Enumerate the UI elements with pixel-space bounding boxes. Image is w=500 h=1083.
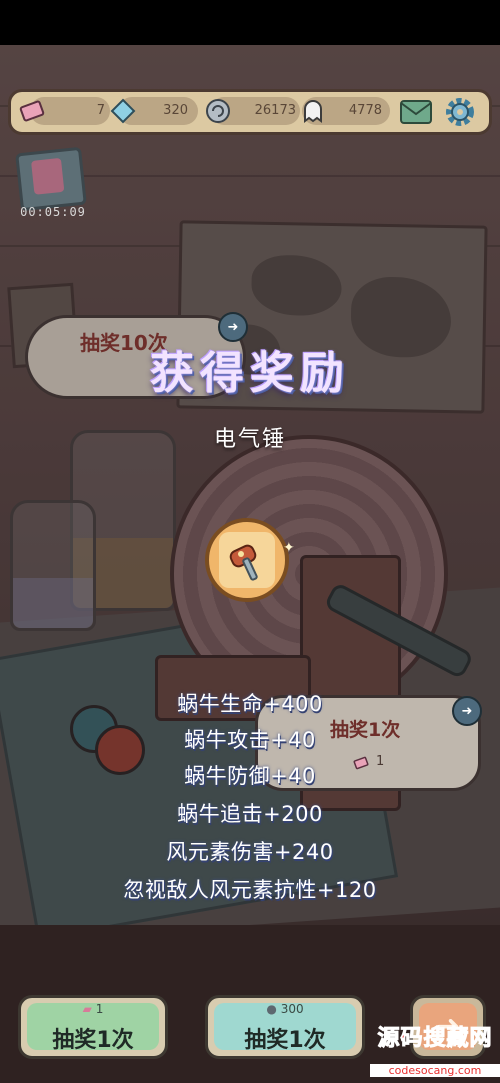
ticket-draw-label: 抽奖1次 [52, 1028, 134, 1053]
gems-count: 320 [163, 103, 188, 118]
ticket-icon [18, 97, 46, 125]
coin-draw-cost-row: ● 300 [266, 1002, 304, 1016]
sparkle-icon: ✦ [283, 540, 295, 556]
ghost-coins-count: 4778 [348, 103, 382, 118]
gear-icon[interactable] [442, 94, 478, 130]
stat-line: 风元素伤害+240 [166, 840, 334, 864]
tickets-count: 7 [96, 103, 105, 118]
snail-coin-icon: ● [266, 1002, 277, 1016]
stat-line: 蜗牛防御+40 [184, 764, 316, 788]
ticket-draw-cost-row: ▰ 1 [82, 1002, 104, 1016]
stat-line: 蜗牛生命+400 [177, 692, 323, 716]
event-timer: 00:05:09 [20, 205, 86, 219]
watermark: 源码搜藏网 codesocang.com [370, 1020, 500, 1083]
ticket-draw-button[interactable]: ▰ 1 抽奖1次 [18, 995, 168, 1059]
coin-draw-label: 抽奖1次 [244, 1028, 326, 1053]
stat-line: 蜗牛追击+200 [177, 802, 323, 826]
reward-title: 获得奖励 [150, 348, 350, 399]
stat-line: 蜗牛攻击+40 [184, 728, 316, 752]
gem-icon [108, 96, 138, 126]
snail-coins-count: 26173 [254, 103, 296, 118]
stat-line: 忽视敌人风元素抗性+120 [123, 878, 377, 902]
status-bar [0, 0, 500, 45]
watermark-url: codesocang.com [370, 1064, 500, 1077]
event-card[interactable] [15, 146, 87, 212]
coin-draw-button[interactable]: ● 300 抽奖1次 [205, 995, 365, 1059]
mail-icon[interactable] [398, 95, 434, 127]
reward-item-name: 电气锤 [213, 427, 286, 452]
electric-hammer-icon [219, 532, 275, 588]
reward-item-slot [205, 518, 289, 602]
watermark-title: 源码搜藏网 [377, 1026, 493, 1052]
ticket-icon: ▰ [82, 1002, 92, 1016]
